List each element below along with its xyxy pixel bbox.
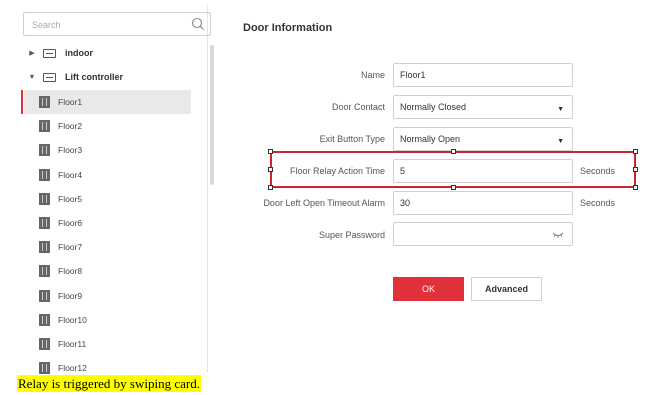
door-icon [39,313,50,326]
tree-node-label: indoor [65,48,93,58]
search-icon[interactable] [191,17,205,31]
search-box[interactable] [23,12,211,36]
expand-arrow-icon[interactable]: ▶ [27,49,37,57]
collapse-arrow-icon[interactable]: ▼ [27,74,37,81]
tree-item-floor[interactable]: Floor5 [24,187,191,211]
tree-item-label: Floor1 [58,97,83,107]
tree-scrollbar[interactable] [210,45,214,185]
tree-item-label: Floor12 [58,363,87,374]
tree-item-label: Floor11 [58,339,87,349]
door-icon [39,168,50,181]
tree-item-floor[interactable]: Floor3 [24,138,191,162]
door-icon [39,96,50,108]
exit-button-type-select[interactable]: Normally Open ▼ [393,127,573,151]
door-icon [39,289,50,302]
ok-button[interactable]: OK [393,277,464,301]
door-icon [39,265,50,278]
tree-item-floor[interactable]: Floor4 [24,163,191,187]
resize-handle[interactable] [633,185,638,190]
door-icon [39,362,50,375]
exit-button-type-value: Normally Open [400,134,461,144]
selection-marker [21,90,23,114]
name-label: Name [360,70,385,80]
search-input[interactable] [30,16,184,34]
caption: Relay is triggered by swiping card. [17,375,201,392]
tree-item-label: Floor4 [58,169,83,180]
name-field[interactable] [393,63,573,87]
super-password-label: Super Password [318,230,385,240]
tree-item-label: Floor2 [58,121,83,132]
resize-handle[interactable] [268,167,273,172]
door-icon [39,120,50,133]
resize-handle[interactable] [268,149,273,154]
dropdown-arrow-icon[interactable]: ▼ [557,106,564,113]
exit-button-type-label: Exit Button Type [319,134,385,144]
tree-item-label: Floor3 [58,145,83,156]
tree-node-label: Lift controller [65,72,123,82]
door-icon [39,217,50,229]
super-password-field[interactable] [393,222,573,246]
resize-handle[interactable] [633,167,638,172]
dropdown-arrow-icon[interactable]: ▼ [557,138,564,145]
door-contact-label: Door Contact [331,102,385,112]
resize-handle[interactable] [268,185,273,190]
tree-node-indoor[interactable]: ▶ indoor [27,42,93,64]
tree-item-floor[interactable]: Floor8 [24,259,191,283]
tree-item-floor[interactable]: Floor1 [24,90,191,114]
eye-icon[interactable] [552,232,564,238]
controller-icon [43,48,56,58]
open-timeout-alarm-field[interactable] [393,191,573,215]
controller-icon [43,72,56,82]
resize-handle[interactable] [451,149,456,154]
resize-handle[interactable] [451,185,456,190]
tree-item-label: Floor7 [58,242,83,253]
tree-item-floor[interactable]: Floor9 [24,284,191,308]
tree-item-label: Floor5 [58,193,83,204]
tree-item-floor[interactable]: Floor6 [24,211,191,235]
open-timeout-alarm-unit: Seconds [580,198,616,208]
resize-handle[interactable] [633,149,638,154]
tree-item-label: Floor8 [58,266,83,277]
tree-item-label: Floor9 [58,290,83,301]
door-icon [39,144,50,157]
tree-item-floor[interactable]: Floor10 [24,308,191,332]
tree-node-lift-controller[interactable]: ▼ Lift controller [27,66,123,88]
tree-item-floor[interactable]: Floor11 [24,332,191,356]
door-contact-select[interactable]: Normally Closed ▼ [393,95,573,119]
open-timeout-alarm-label: Door Left Open Timeout Alarm [263,198,385,208]
page-title: Door Information [243,22,333,34]
door-contact-value: Normally Closed [400,102,467,112]
advanced-button[interactable]: Advanced [471,277,542,301]
tree-item-floor[interactable]: Floor2 [24,114,191,138]
door-icon [39,241,50,254]
tree-item-floor[interactable]: Floor7 [24,235,191,259]
door-icon [39,338,50,350]
tree-item-label: Floor6 [58,218,83,228]
tree-item-label: Floor10 [58,314,87,325]
highlight-annotation-box [270,151,636,188]
door-icon [39,192,50,205]
